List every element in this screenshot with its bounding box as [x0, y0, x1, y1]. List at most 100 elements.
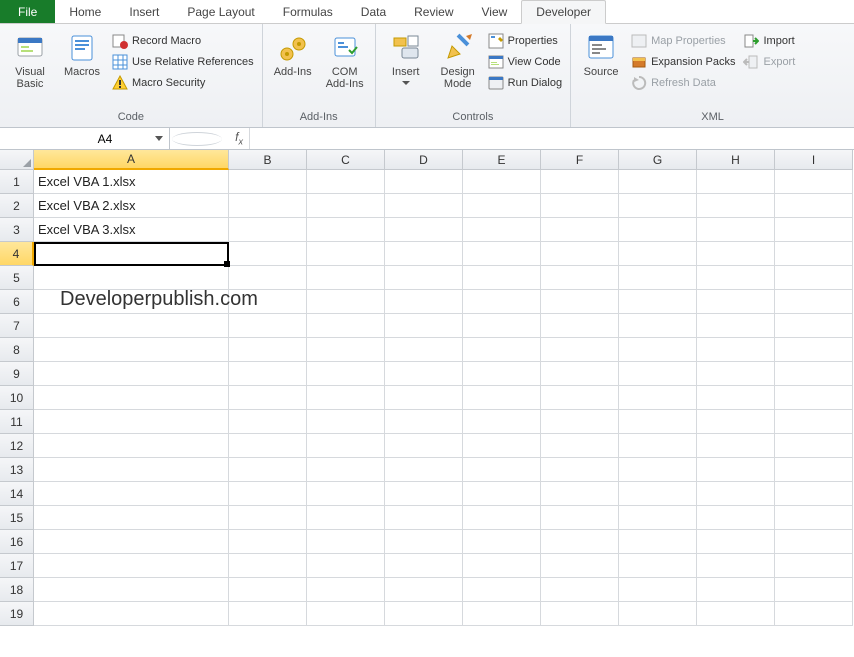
cell[interactable]: [307, 578, 385, 602]
cell[interactable]: [541, 602, 619, 626]
cell[interactable]: [541, 458, 619, 482]
cell[interactable]: [229, 578, 307, 602]
row-header[interactable]: 5: [0, 266, 34, 290]
row-header[interactable]: 2: [0, 194, 34, 218]
file-tab[interactable]: File: [0, 0, 55, 23]
cell[interactable]: [775, 266, 853, 290]
macros-button[interactable]: Macros: [58, 28, 106, 78]
cell[interactable]: [385, 386, 463, 410]
cell[interactable]: [229, 266, 307, 290]
cell[interactable]: [307, 290, 385, 314]
cell[interactable]: [307, 386, 385, 410]
cell[interactable]: [229, 506, 307, 530]
cell[interactable]: [307, 338, 385, 362]
cell[interactable]: [463, 410, 541, 434]
cell[interactable]: [229, 530, 307, 554]
row-header[interactable]: 4: [0, 242, 34, 266]
row-header[interactable]: 18: [0, 578, 34, 602]
cell[interactable]: [775, 242, 853, 266]
cell[interactable]: [619, 386, 697, 410]
col-header-A[interactable]: A: [34, 150, 229, 170]
cell[interactable]: [385, 506, 463, 530]
cell[interactable]: [385, 338, 463, 362]
col-header-C[interactable]: C: [307, 150, 385, 170]
cell[interactable]: [775, 410, 853, 434]
cell[interactable]: Excel VBA 3.xlsx: [34, 218, 229, 242]
cell[interactable]: [619, 266, 697, 290]
cell[interactable]: [229, 458, 307, 482]
cell[interactable]: [307, 266, 385, 290]
cell[interactable]: [307, 554, 385, 578]
cell[interactable]: [34, 314, 229, 338]
col-header-B[interactable]: B: [229, 150, 307, 170]
cell[interactable]: [34, 578, 229, 602]
cell[interactable]: [697, 602, 775, 626]
cell[interactable]: [385, 242, 463, 266]
cell[interactable]: [229, 170, 307, 194]
cell[interactable]: [34, 290, 229, 314]
cell[interactable]: [229, 554, 307, 578]
cell[interactable]: [307, 362, 385, 386]
cell[interactable]: [385, 530, 463, 554]
cell[interactable]: [619, 434, 697, 458]
cell[interactable]: [229, 194, 307, 218]
cell[interactable]: [541, 242, 619, 266]
cell[interactable]: [775, 386, 853, 410]
cell[interactable]: [775, 314, 853, 338]
cell[interactable]: [541, 386, 619, 410]
cell[interactable]: [619, 458, 697, 482]
cell[interactable]: [697, 266, 775, 290]
cell[interactable]: [34, 386, 229, 410]
row-header[interactable]: 11: [0, 410, 34, 434]
cell[interactable]: [697, 338, 775, 362]
cell[interactable]: [34, 482, 229, 506]
cell[interactable]: [775, 194, 853, 218]
col-header-H[interactable]: H: [697, 150, 775, 170]
cell[interactable]: [541, 530, 619, 554]
col-header-G[interactable]: G: [619, 150, 697, 170]
cell[interactable]: [463, 458, 541, 482]
cell[interactable]: [463, 386, 541, 410]
cell[interactable]: [34, 410, 229, 434]
run-dialog-button[interactable]: Run Dialog: [486, 74, 564, 92]
cell[interactable]: [463, 434, 541, 458]
macro-security-button[interactable]: Macro Security: [110, 74, 256, 92]
cell[interactable]: [385, 482, 463, 506]
cell[interactable]: [463, 362, 541, 386]
col-header-D[interactable]: D: [385, 150, 463, 170]
cell[interactable]: [307, 434, 385, 458]
cell[interactable]: [229, 410, 307, 434]
cell[interactable]: [229, 290, 307, 314]
com-addins-button[interactable]: COM Add-Ins: [321, 28, 369, 90]
cell[interactable]: [229, 362, 307, 386]
cell[interactable]: [619, 578, 697, 602]
cell[interactable]: [775, 602, 853, 626]
cell[interactable]: [34, 266, 229, 290]
cell[interactable]: [697, 530, 775, 554]
cell[interactable]: [775, 578, 853, 602]
cell[interactable]: [307, 410, 385, 434]
cell[interactable]: [229, 482, 307, 506]
visual-basic-button[interactable]: Visual Basic: [6, 28, 54, 90]
cell[interactable]: [697, 194, 775, 218]
formula-input[interactable]: [250, 132, 854, 146]
row-header[interactable]: 15: [0, 506, 34, 530]
cell[interactable]: [463, 506, 541, 530]
cell[interactable]: [697, 290, 775, 314]
cell[interactable]: [463, 314, 541, 338]
cell[interactable]: [385, 410, 463, 434]
cell[interactable]: [34, 242, 229, 266]
tab-developer[interactable]: Developer: [521, 0, 606, 24]
cell[interactable]: [34, 434, 229, 458]
cell[interactable]: [541, 266, 619, 290]
cell[interactable]: [463, 602, 541, 626]
cell[interactable]: [619, 506, 697, 530]
cell[interactable]: [307, 530, 385, 554]
cell[interactable]: [619, 410, 697, 434]
source-button[interactable]: Source: [577, 28, 625, 78]
cell[interactable]: [463, 170, 541, 194]
cell[interactable]: [697, 242, 775, 266]
cell[interactable]: [541, 218, 619, 242]
cell[interactable]: [307, 194, 385, 218]
cell[interactable]: [385, 458, 463, 482]
